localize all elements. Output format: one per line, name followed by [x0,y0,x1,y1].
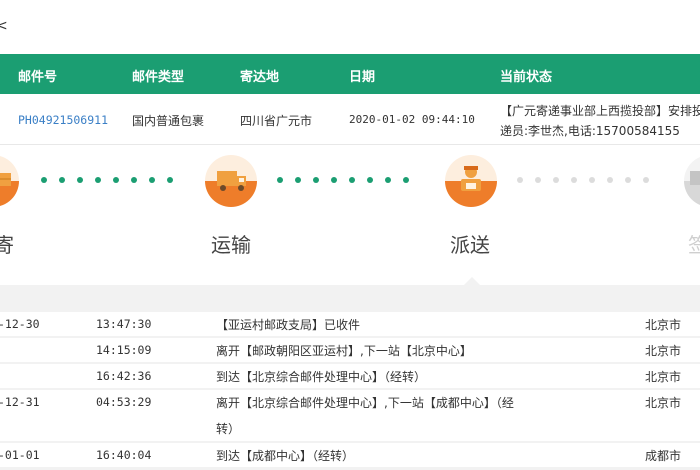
step-transport-circle [205,155,257,207]
step-label-posted: 寄 [0,233,14,257]
truck-icon [217,171,246,191]
table-header: 邮件号 邮件类型 寄达地 日期 当前状态 [0,54,700,94]
log-row: -01-01 16:40:04 到达【成都中心】（经转） 成都市 [0,443,700,467]
header-mail-no: 邮件号 [18,70,58,85]
courier-icon [461,166,481,191]
step-connector-2 [277,177,422,183]
date: 2020-01-02 09:44:10 [349,113,475,126]
step-posted-circle [0,155,19,207]
sign-icon [690,171,700,185]
mail-type: 国内普通包裹 [132,114,205,128]
step-label-delivery: 派送 [450,233,490,257]
step-label-transport: 运输 [211,233,251,257]
step-delivery-circle [445,155,497,207]
parcel-icon [0,173,11,186]
mail-number-link[interactable]: PH04921506911 [18,113,108,127]
header-mail-type: 邮件类型 [132,70,185,85]
log-row: 14:15:09 离开【邮政朝阳区亚运村】,下一站【北京中心】 北京市 [0,338,700,362]
top-bar: < [0,0,700,55]
step-signed-circle [684,155,700,207]
status-line-2: 递员:李世杰,电话:15700584155 [500,124,680,138]
header-destination: 寄达地 [240,70,280,85]
status-line-1: 【广元寄递事业部上西揽投部】安排投 [500,104,700,118]
log-row: -12-30 13:47:30 【亚运村邮政支局】已收件 北京市 [0,312,700,336]
progress-steps: 寄 运输 派送 签 [0,145,700,286]
header-date: 日期 [349,70,376,85]
step-connector-1 [41,177,186,183]
back-chevron-icon[interactable]: < [0,18,8,34]
log-row: -12-31 04:53:29 离开【北京综合邮件处理中心】,下一站【成都中心】… [0,390,700,441]
header-status: 当前状态 [500,70,553,85]
log-row: 16:42:36 到达【北京综合邮件处理中心】（经转） 北京市 [0,364,700,388]
tracking-log: -12-30 13:47:30 【亚运村邮政支局】已收件 北京市 14:15:0… [0,285,700,470]
destination: 四川省广元市 [240,114,313,128]
table-row: PH04921506911 国内普通包裹 四川省广元市 2020-01-02 0… [0,94,700,145]
step-connector-3 [517,177,662,183]
step-label-signed: 签 [688,233,700,257]
